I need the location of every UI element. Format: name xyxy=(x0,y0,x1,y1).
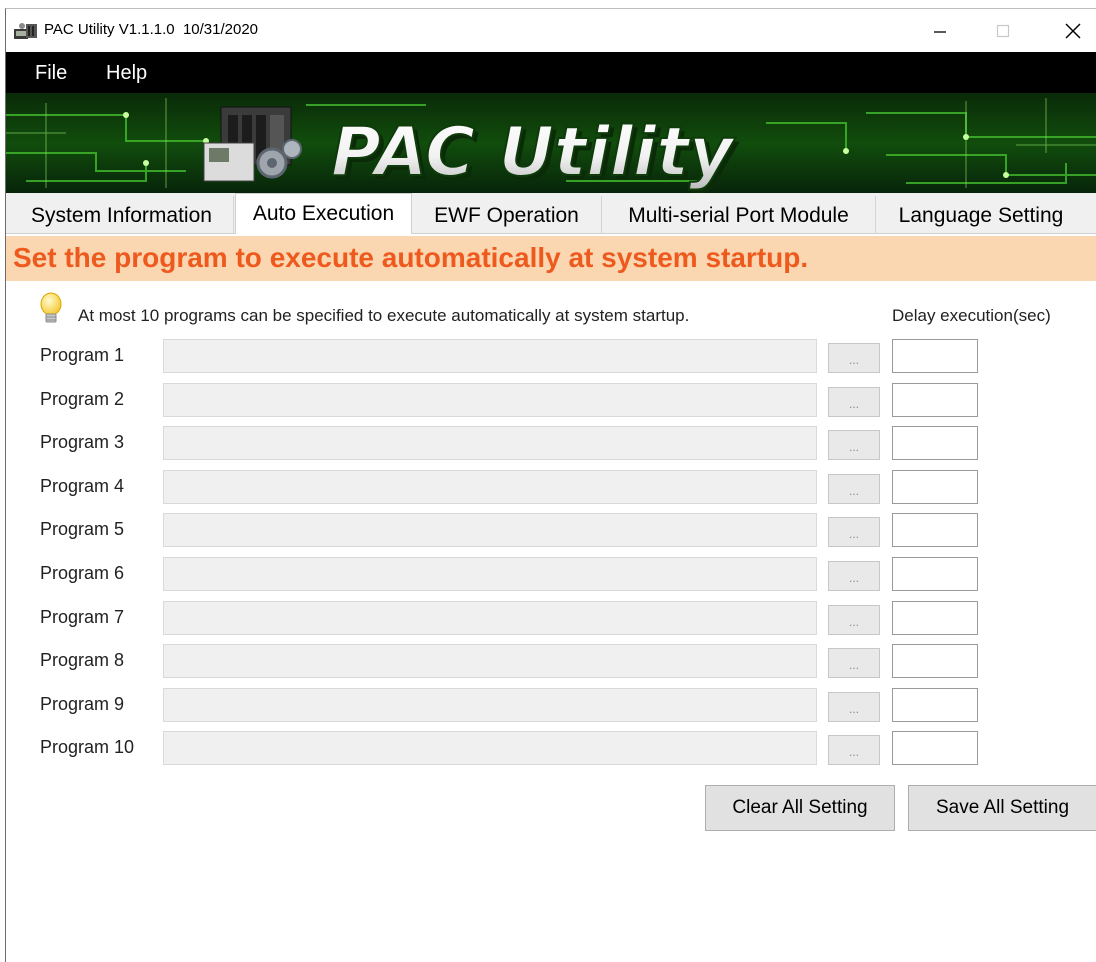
program-row: Program 1... xyxy=(6,339,1096,373)
browse-button[interactable]: ... xyxy=(828,691,880,722)
minimize-icon xyxy=(934,30,946,33)
program-path-field[interactable] xyxy=(163,731,817,766)
program-path-field[interactable] xyxy=(163,382,817,417)
tab-system-information[interactable]: System Information xyxy=(10,196,234,233)
program-label: Program 4 xyxy=(40,475,125,496)
program-path-field[interactable] xyxy=(163,687,817,722)
browse-button[interactable]: ... xyxy=(828,430,880,461)
delay-input[interactable] xyxy=(892,339,978,373)
close-button[interactable] xyxy=(1049,9,1096,52)
delay-execution-header: Delay execution(sec) xyxy=(892,306,1051,325)
program-label: Program 10 xyxy=(40,737,135,758)
menu-help[interactable]: Help xyxy=(106,62,147,85)
menu-bar: File Help xyxy=(6,52,1096,93)
delay-input[interactable] xyxy=(892,600,978,635)
maximize-icon xyxy=(996,24,1010,37)
program-label: Program 9 xyxy=(40,693,125,714)
program-row: Program 5... xyxy=(6,513,1096,548)
program-row: Program 8... xyxy=(6,644,1096,679)
app-window: PAC Utility V1.1.1.0 10/31/2020 File Hel… xyxy=(5,8,1096,962)
browse-button[interactable]: ... xyxy=(828,386,880,417)
delay-input[interactable] xyxy=(892,557,978,591)
circuit-board-background: PAC Utility PAC Utility xyxy=(6,93,1096,193)
program-row: Program 9... xyxy=(6,687,1096,722)
program-row: Program 2... xyxy=(6,382,1096,417)
auto-execution-panel: Set the program to execute automatically… xyxy=(6,233,1096,962)
instruction-text: Set the program to execute automatically… xyxy=(13,242,809,273)
browse-button[interactable]: ... xyxy=(828,561,880,591)
delay-input[interactable] xyxy=(892,731,978,766)
program-label: Program 1 xyxy=(40,345,125,365)
delay-input[interactable] xyxy=(892,382,978,417)
program-row: Program 4... xyxy=(6,469,1096,504)
title-bar: PAC Utility V1.1.1.0 10/31/2020 xyxy=(6,9,1096,52)
program-path-field[interactable] xyxy=(163,644,817,679)
hint-text: At most 10 programs can be specified to … xyxy=(78,306,690,325)
browse-button[interactable]: ... xyxy=(828,473,880,504)
tab-strip: System Information Auto Execution EWF Op… xyxy=(6,193,1096,234)
browse-button[interactable]: ... xyxy=(828,517,880,548)
program-label: Program 5 xyxy=(40,519,125,540)
banner-logo-text: PAC Utility xyxy=(331,113,736,192)
program-path-field[interactable] xyxy=(163,469,817,504)
delay-input[interactable] xyxy=(892,426,978,461)
tab-ewf-operation[interactable]: EWF Operation xyxy=(412,196,602,233)
save-all-setting-button[interactable]: Save All Setting xyxy=(908,785,1096,831)
maximize-button[interactable] xyxy=(979,9,1027,52)
clear-all-setting-button[interactable]: Clear All Setting xyxy=(705,785,895,831)
program-path-field[interactable] xyxy=(163,339,817,373)
tab-auto-execution[interactable]: Auto Execution xyxy=(235,193,412,234)
tab-language-setting[interactable]: Language Setting xyxy=(876,196,1086,233)
delay-input[interactable] xyxy=(892,469,978,504)
program-row: Program 6... xyxy=(6,557,1096,591)
header-banner: PAC Utility PAC Utility xyxy=(6,93,1096,193)
program-row: Program 3... xyxy=(6,426,1096,461)
program-label: Program 7 xyxy=(40,606,125,627)
browse-button[interactable]: ... xyxy=(828,343,880,373)
close-icon xyxy=(1065,23,1081,38)
program-label: Program 6 xyxy=(40,563,125,583)
program-path-field[interactable] xyxy=(163,426,817,461)
browse-button[interactable]: ... xyxy=(828,735,880,766)
browse-button[interactable]: ... xyxy=(828,648,880,679)
program-path-field[interactable] xyxy=(163,513,817,548)
program-path-field[interactable] xyxy=(163,557,817,591)
delay-input[interactable] xyxy=(892,687,978,722)
minimize-button[interactable] xyxy=(916,9,964,52)
window-title: PAC Utility V1.1.1.0 10/31/2020 xyxy=(44,21,259,38)
menu-file[interactable]: File xyxy=(35,62,67,85)
program-label: Program 3 xyxy=(40,432,125,453)
program-path-field[interactable] xyxy=(163,600,817,635)
instruction-banner: Set the program to execute automatically… xyxy=(6,236,1096,281)
lightbulb-icon xyxy=(40,292,62,323)
tab-multi-serial-port-module[interactable]: Multi-serial Port Module xyxy=(602,196,876,233)
program-row: Program 10... xyxy=(6,731,1096,766)
program-label: Program 8 xyxy=(40,650,125,671)
delay-input[interactable] xyxy=(892,644,978,679)
program-row: Program 7... xyxy=(6,600,1096,635)
delay-input[interactable] xyxy=(892,513,978,548)
app-icon xyxy=(14,23,37,39)
browse-button[interactable]: ... xyxy=(828,604,880,635)
program-label: Program 2 xyxy=(40,388,125,409)
